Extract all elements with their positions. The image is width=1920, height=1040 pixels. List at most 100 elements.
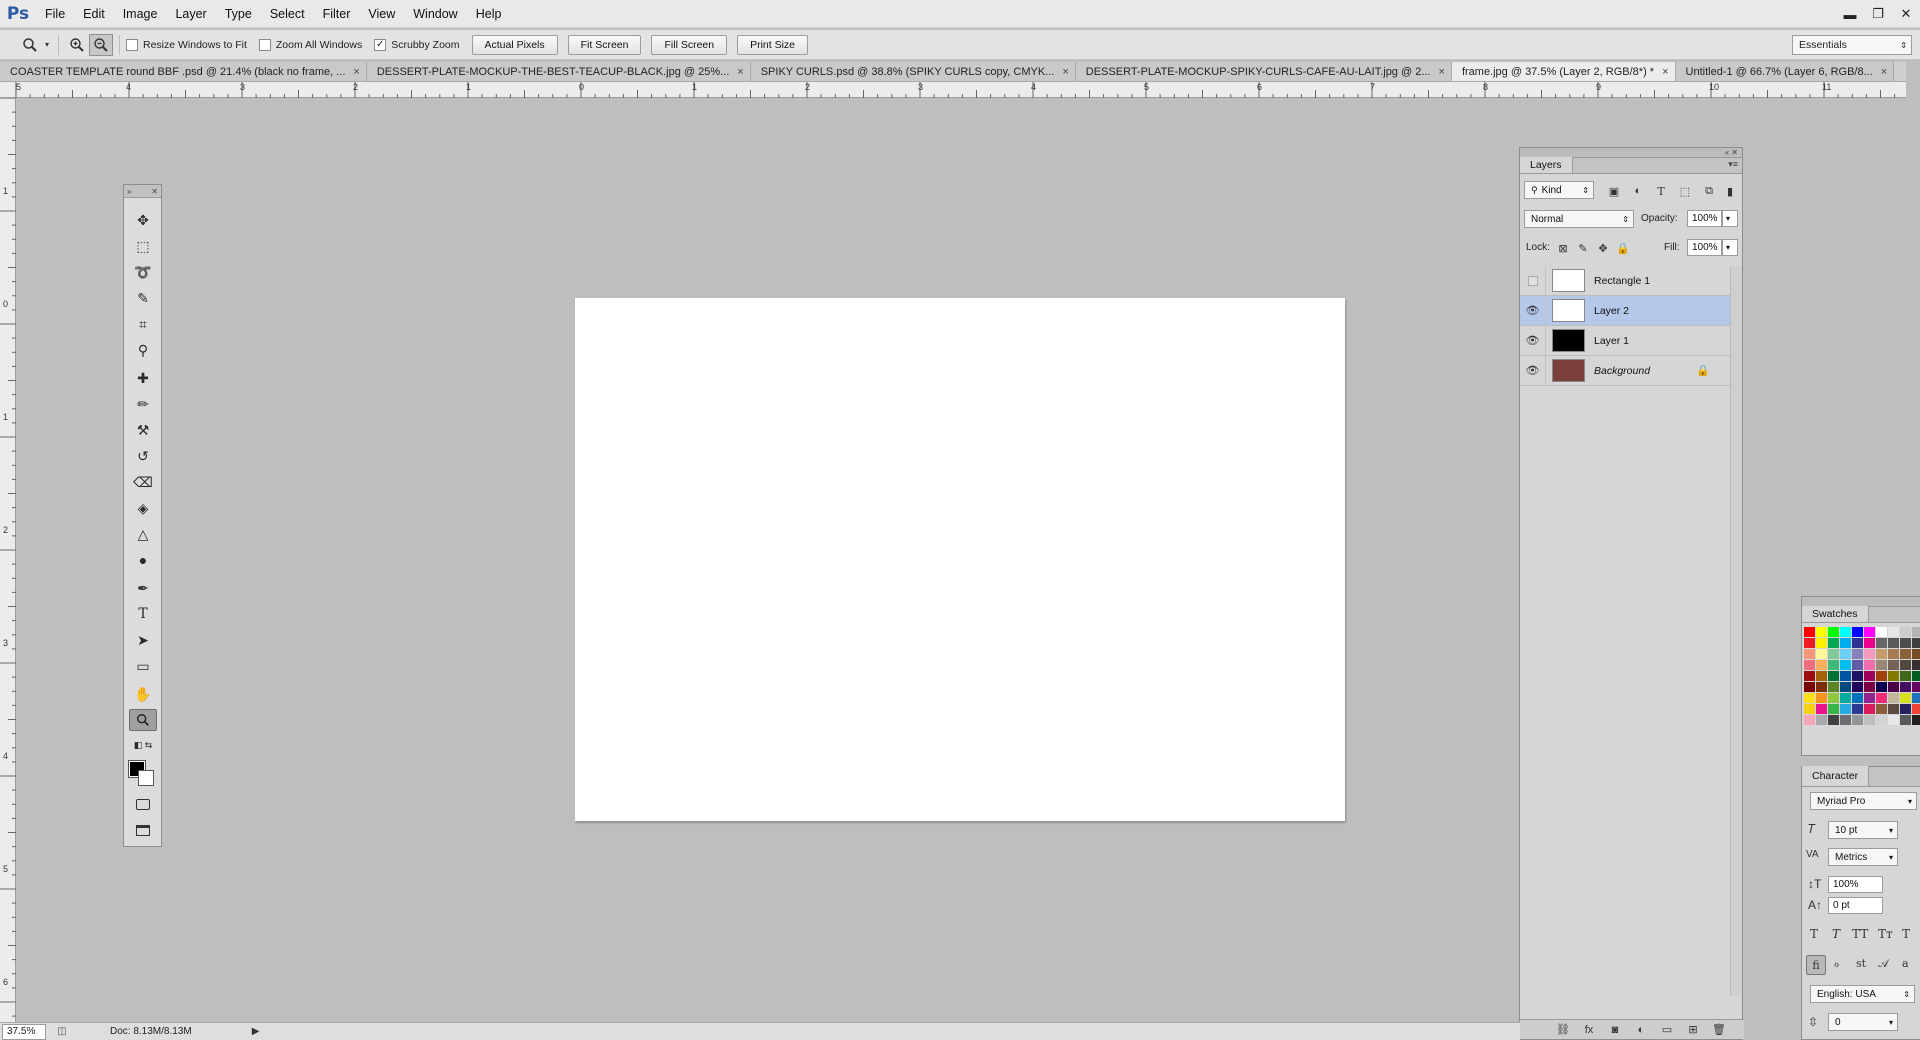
close-tab-icon[interactable]: ×	[353, 66, 359, 78]
tab-character[interactable]: Character	[1802, 766, 1870, 786]
filter-toggle-icon[interactable]: ▮	[1722, 183, 1738, 199]
new-group-icon[interactable]: ▭	[1654, 1023, 1680, 1036]
color-swatch[interactable]	[1816, 660, 1827, 670]
close-tab-icon[interactable]: ×	[1439, 66, 1445, 78]
color-swatch[interactable]	[1900, 671, 1911, 681]
color-swatch[interactable]	[1900, 660, 1911, 670]
color-swatch[interactable]	[1900, 682, 1911, 692]
opacity-dropdown[interactable]: ▾	[1722, 210, 1738, 227]
color-swatch[interactable]	[1804, 671, 1815, 681]
zoom-tool-button[interactable]	[129, 709, 157, 731]
document-tab[interactable]: SPIKY CURLS.psd @ 38.8% (SPIKY CURLS cop…	[750, 62, 1076, 81]
color-swatch[interactable]	[1864, 638, 1875, 648]
faux-bold-button[interactable]: T	[1810, 927, 1818, 941]
lock-position-icon[interactable]: ✥	[1595, 240, 1611, 256]
color-swatch[interactable]	[1828, 704, 1839, 714]
menu-item-select[interactable]: Select	[261, 0, 314, 28]
discretionary-ligatures-button[interactable]: ℴ	[1834, 957, 1839, 970]
color-swatch[interactable]	[1888, 660, 1899, 670]
menu-item-view[interactable]: View	[359, 0, 404, 28]
resize-windows-checkbox[interactable]: Resize Windows to Fit	[126, 38, 247, 51]
visibility-toggle[interactable]: 👁	[1520, 325, 1546, 356]
color-swatch[interactable]	[1852, 682, 1863, 692]
menu-item-layer[interactable]: Layer	[166, 0, 215, 28]
vertical-ruler[interactable]: 1 0 1 2 3 4 5 6	[0, 98, 16, 1022]
font-family-select[interactable]: Myriad Pro ▾	[1810, 792, 1917, 810]
baseline-shift-field[interactable]: 0 pt	[1828, 897, 1883, 914]
color-swatch[interactable]	[1912, 704, 1920, 714]
layer-filter-select[interactable]: ⚲ Kind ⇕	[1524, 181, 1594, 199]
zoom-all-windows-checkbox[interactable]: Zoom All Windows	[258, 38, 362, 51]
close-button[interactable]: ✕	[1892, 0, 1920, 28]
document-tab[interactable]: DESSERT-PLATE-MOCKUP-SPIKY-CURLS-CAFE-AU…	[1075, 62, 1452, 81]
clone-stamp-tool-button[interactable]: ⚒	[129, 419, 157, 441]
color-swatch[interactable]	[1828, 715, 1839, 725]
tab-layers[interactable]: Layers	[1520, 157, 1573, 173]
zoom-level-field[interactable]: 37.5%	[2, 1023, 46, 1040]
color-swatch[interactable]	[1852, 704, 1863, 714]
close-tab-icon[interactable]: ×	[1062, 66, 1068, 78]
color-swatch[interactable]	[1852, 649, 1863, 659]
screen-mode-button[interactable]	[129, 819, 157, 841]
color-swatch[interactable]	[1876, 638, 1887, 648]
color-swatch[interactable]	[1852, 671, 1863, 681]
color-swatch[interactable]	[1828, 682, 1839, 692]
color-swatch[interactable]	[1900, 649, 1911, 659]
color-swatch[interactable]	[1888, 649, 1899, 659]
collapse-icon[interactable]: »	[127, 187, 131, 196]
color-swatch[interactable]	[1840, 671, 1851, 681]
layer-row-layer-1[interactable]: 👁 Layer 1	[1520, 325, 1730, 356]
color-swatch[interactable]	[1912, 693, 1920, 703]
visibility-toggle[interactable]: 👁	[1520, 355, 1546, 386]
color-swatch[interactable]	[1816, 638, 1827, 648]
stylistic-alternates-button[interactable]: st	[1856, 957, 1866, 970]
color-swatch[interactable]	[1900, 693, 1911, 703]
color-swatch[interactable]	[1816, 715, 1827, 725]
paint-bucket-tool-button[interactable]: ◈	[129, 497, 157, 519]
vertical-scale-field[interactable]: 100%	[1828, 876, 1883, 893]
color-swatch[interactable]	[1804, 638, 1815, 648]
visibility-toggle[interactable]: 👁	[1520, 295, 1546, 326]
brush-tool-button[interactable]: ✏	[129, 393, 157, 415]
color-swatch[interactable]	[1912, 715, 1920, 725]
color-swatch[interactable]	[1852, 715, 1863, 725]
color-swatch[interactable]	[1852, 638, 1863, 648]
zoom-in-icon[interactable]	[65, 34, 89, 56]
fill-screen-button[interactable]: Fill Screen	[651, 34, 728, 55]
blur-tool-button[interactable]: △	[129, 523, 157, 545]
font-size-select[interactable]: 10 pt ▾	[1828, 821, 1898, 839]
tab-swatches[interactable]: Swatches	[1802, 606, 1869, 622]
marquee-tool-button[interactable]: ⬚	[129, 235, 157, 257]
color-swatch[interactable]	[1828, 693, 1839, 703]
status-menu-arrow-icon[interactable]: ▶	[252, 1026, 260, 1037]
color-swatch[interactable]	[1900, 715, 1911, 725]
visibility-toggle[interactable]	[1520, 265, 1546, 296]
color-swatch[interactable]	[1876, 671, 1887, 681]
color-swatch[interactable]	[1912, 682, 1920, 692]
document-tab-active[interactable]: frame.jpg @ 37.5% (Layer 2, RGB/8*) * ×	[1451, 62, 1676, 81]
color-swatch[interactable]	[1840, 638, 1851, 648]
fill-field[interactable]: 100%	[1687, 239, 1722, 256]
rectangle-tool-button[interactable]: ▭	[129, 655, 157, 677]
pen-tool-button[interactable]: ✒	[129, 577, 157, 599]
lock-pixels-icon[interactable]: ✎	[1575, 240, 1591, 256]
color-swatch[interactable]	[1888, 704, 1899, 714]
color-swatch[interactable]	[1864, 682, 1875, 692]
ligatures-button[interactable]: fi	[1806, 955, 1826, 975]
color-swatch[interactable]	[1912, 671, 1920, 681]
color-swatch[interactable]	[1864, 693, 1875, 703]
restore-button[interactable]: ❐	[1864, 0, 1892, 28]
hand-tool-button[interactable]: ✋	[129, 683, 157, 705]
color-swatch[interactable]	[1864, 660, 1875, 670]
ruler-origin[interactable]	[0, 82, 16, 98]
checkbox-box[interactable]	[126, 38, 138, 51]
color-swatch[interactable]	[1900, 704, 1911, 714]
color-swatch[interactable]	[1876, 649, 1887, 659]
color-swatch[interactable]	[1804, 627, 1815, 637]
color-swatch[interactable]	[1840, 649, 1851, 659]
color-swatch[interactable]	[1864, 649, 1875, 659]
all-caps-button[interactable]: TT	[1852, 927, 1868, 941]
close-panel-icon[interactable]: ✕	[151, 187, 158, 196]
preset-dropdown-icon[interactable]: ▾	[42, 34, 52, 56]
document-tab[interactable]: DESSERT-PLATE-MOCKUP-THE-BEST-TEACUP-BLA…	[366, 62, 751, 81]
